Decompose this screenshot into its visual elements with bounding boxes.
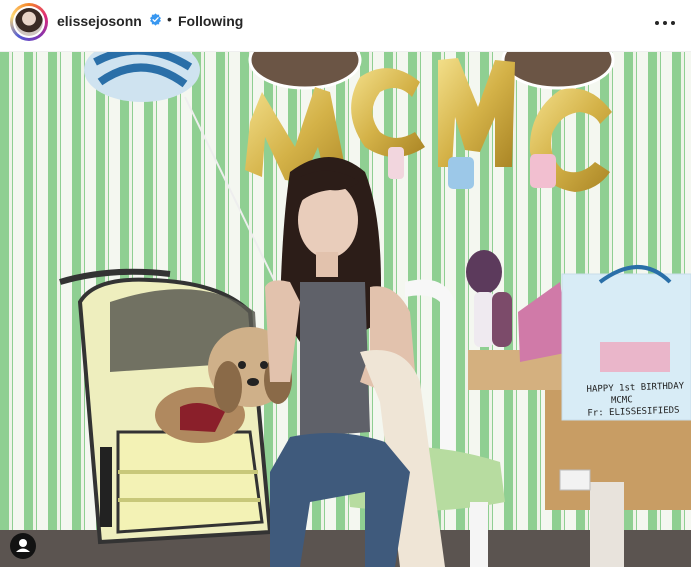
profile-avatar[interactable] — [10, 3, 48, 41]
avatar-frame — [13, 6, 45, 38]
avatar-image — [15, 8, 43, 36]
more-options-icon[interactable] — [652, 14, 678, 30]
following-button[interactable]: Following — [178, 13, 243, 29]
user-tag-icon[interactable] — [10, 533, 36, 559]
verified-badge-icon — [149, 13, 162, 26]
separator-dot: • — [167, 11, 172, 27]
post-photo[interactable]: HAPPY 1st BIRTHDAY MCMC Fr: ELISSESIFIED… — [0, 52, 691, 567]
photo-illustration — [0, 52, 691, 567]
bag-text: HAPPY 1st BIRTHDAY MCMC Fr: ELISSESIFIED… — [586, 380, 691, 420]
post-header: elissejosonn • Following — [0, 0, 691, 52]
username-link[interactable]: elissejosonn — [57, 13, 142, 29]
table-leg — [590, 482, 624, 567]
